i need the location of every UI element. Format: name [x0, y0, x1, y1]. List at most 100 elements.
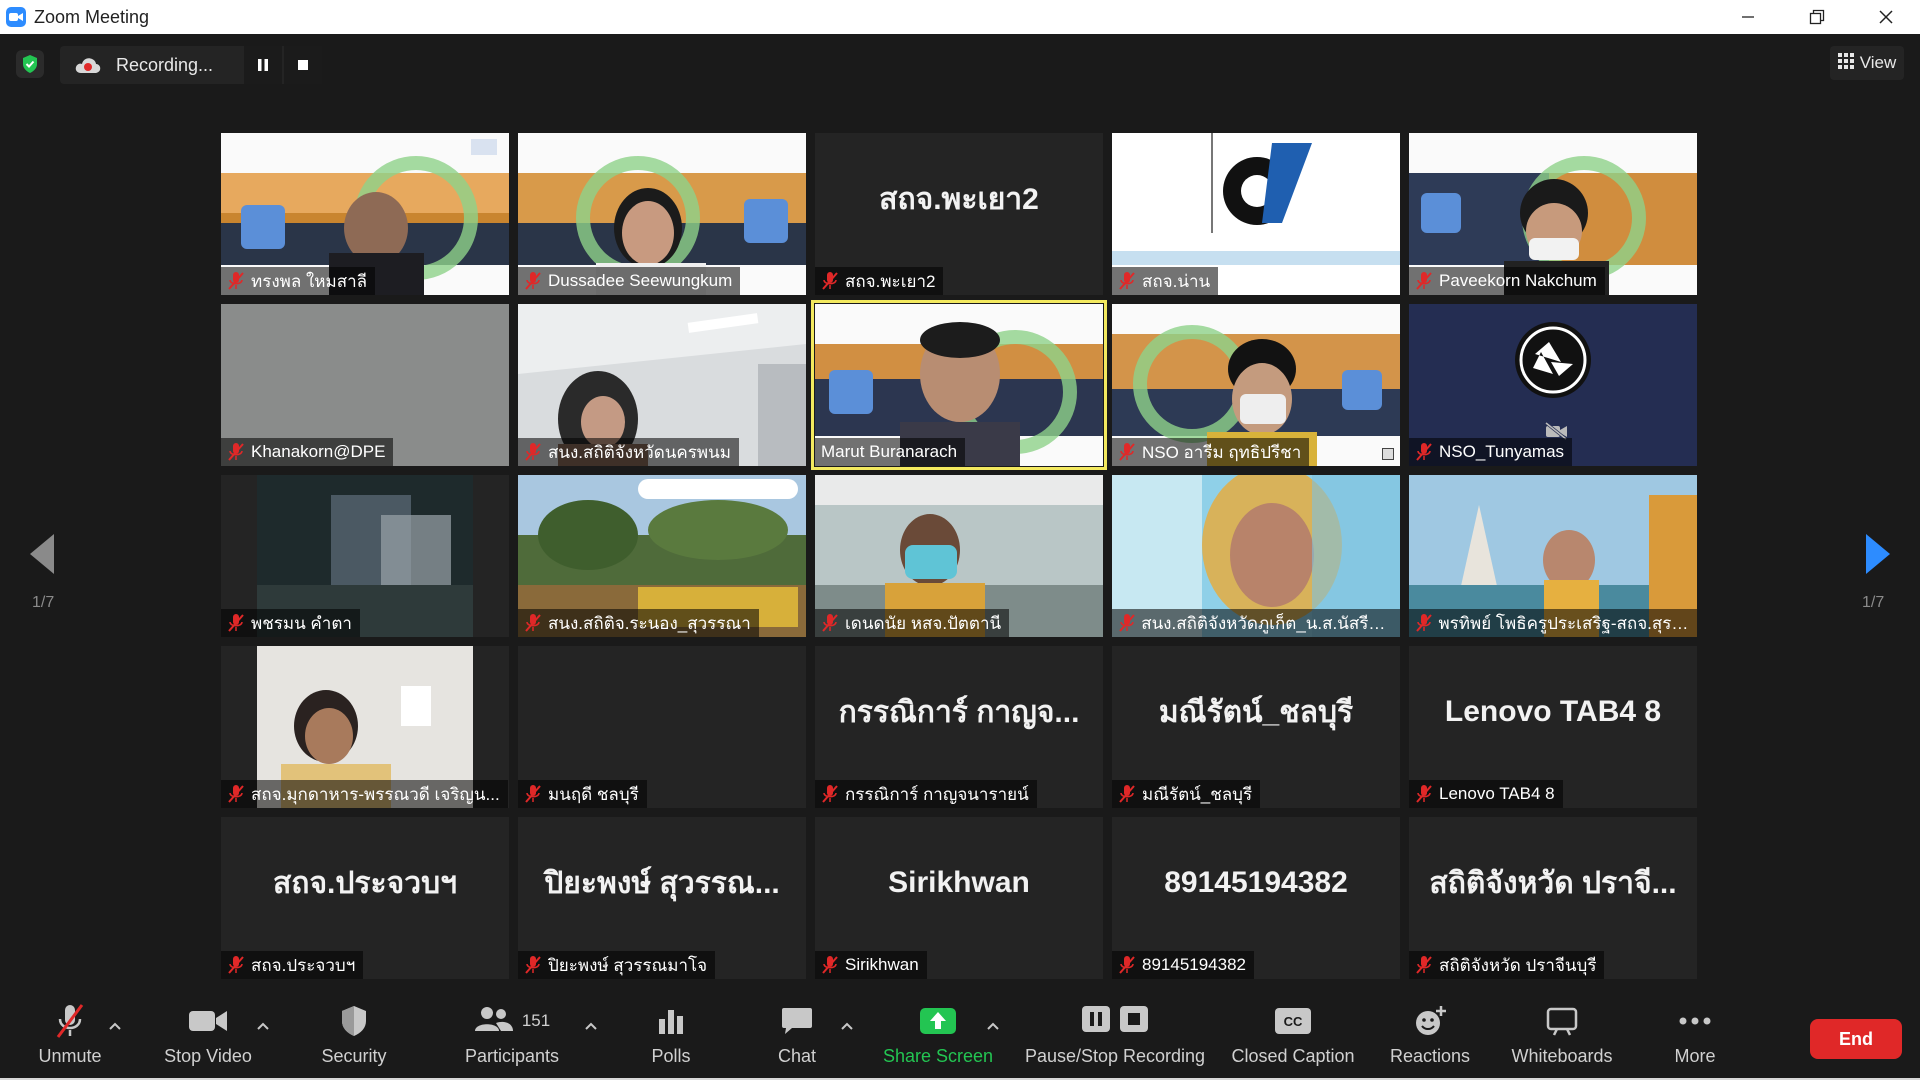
video-tile[interactable]: สถิติจังหวัด ปราจี... สถิติจังหวัด ปราจี…	[1409, 817, 1697, 979]
audio-options-caret-icon[interactable]	[108, 1018, 122, 1036]
encryption-shield-icon[interactable]	[16, 50, 44, 78]
end-meeting-button[interactable]: End	[1810, 1019, 1902, 1059]
participant-name-bar: สถจ.ประจวบฯ	[221, 951, 364, 979]
video-tile[interactable]: มนฤดี ชลบุรี	[518, 646, 806, 808]
muted-mic-icon	[225, 782, 247, 806]
muted-mic-icon	[225, 440, 247, 464]
share-options-caret-icon[interactable]	[986, 1018, 1000, 1036]
whiteboards-button[interactable]: Whiteboards	[1502, 1002, 1622, 1072]
next-page-arrow-icon[interactable]	[1864, 532, 1892, 581]
video-tile[interactable]: พรทิพย์ โพธิครูประเสริฐ-สถจ.สุรา...	[1409, 475, 1697, 637]
participant-name: Khanakorn@DPE	[251, 442, 386, 461]
recording-label: Recording...	[116, 55, 214, 75]
minimize-button[interactable]	[1713, 0, 1782, 34]
more-button[interactable]: More	[1660, 1002, 1730, 1072]
participant-name: มณีรัตน์_ชลบุรี	[1142, 784, 1253, 804]
participant-name: NSO_Tunyamas	[1439, 442, 1565, 461]
participant-name: สนง.สถิติจังหวัดนครพนม	[548, 442, 731, 462]
video-tile[interactable]: สถจ.น่าน	[1112, 133, 1400, 295]
closed-caption-badge: CC	[1284, 1014, 1303, 1029]
stop-recording-button[interactable]	[284, 46, 322, 84]
muted-mic-icon	[1413, 782, 1435, 806]
video-tile[interactable]: ปิยะพงษ์ สุวรรณ... ปิยะพงษ์ สุวรรณมาโจ	[518, 817, 806, 979]
participant-name: สถจ.ประจวบฯ	[251, 955, 356, 975]
muted-mic-icon	[1413, 440, 1435, 464]
participant-name: เดนดนัย หสจ.ปัตตานี	[845, 613, 1002, 633]
muted-mic-icon	[1116, 782, 1138, 806]
participant-name-bar: พชรมน คำตา	[221, 609, 360, 637]
muted-mic-icon	[225, 611, 247, 635]
chat-button[interactable]: Chat	[762, 1002, 832, 1072]
participants-options-caret-icon[interactable]	[584, 1018, 598, 1036]
polls-button[interactable]: Polls	[636, 1002, 706, 1072]
participant-name-bar: สถจ.พะเยา2	[815, 267, 944, 295]
video-tile[interactable]: พชรมน คำตา	[221, 475, 509, 637]
participants-button[interactable]: 151 Participants	[456, 1002, 568, 1072]
restore-button[interactable]	[1782, 0, 1851, 34]
participant-name-bar: Sirikhwan	[815, 951, 927, 979]
stop-video-button[interactable]: Stop Video	[158, 1002, 258, 1072]
video-tile[interactable]: Lenovo TAB4 8 Lenovo TAB4 8	[1409, 646, 1697, 808]
participant-name: Dussadee Seewungkum	[548, 271, 733, 290]
participant-name: สถจ.พะเยา2	[845, 271, 936, 291]
pause-recording-button[interactable]	[244, 46, 282, 84]
muted-mic-icon	[1413, 269, 1435, 293]
recording-indicator: Recording...	[60, 46, 322, 84]
participant-name-bar: สนง.สถิติจ.ระนอง_สุวรรณา	[518, 609, 759, 637]
participant-name: พชรมน คำตา	[251, 613, 352, 633]
participant-name: Marut Buranarach	[821, 442, 958, 461]
video-tile[interactable]: สถจ.ประจวบฯ สถจ.ประจวบฯ	[221, 817, 509, 979]
participant-display-name: มณีรัตน์_ชลบุรี	[1158, 695, 1354, 729]
participant-name-bar: พรทิพย์ โพธิครูประเสริฐ-สถจ.สุรา...	[1409, 609, 1697, 637]
video-tile[interactable]: สนง.สถิติจ.ระนอง_สุวรรณา	[518, 475, 806, 637]
video-tile[interactable]: NSO_Tunyamas	[1409, 304, 1697, 466]
security-shield-icon	[339, 1002, 369, 1040]
participants-count: 151	[521, 1011, 551, 1030]
share-screen-button[interactable]: Share Screen	[880, 1002, 996, 1072]
previous-page-arrow-icon[interactable]	[28, 532, 56, 581]
participant-name-bar: ปิยะพงษ์ สุวรรณมาโจ	[518, 951, 716, 979]
participant-name-bar: Dussadee Seewungkum	[518, 267, 741, 295]
participant-name-bar: NSO อารีม ฤทธิปรีชา	[1112, 438, 1310, 466]
video-camera-icon	[188, 1002, 228, 1040]
muted-mic-icon	[522, 440, 544, 464]
chat-options-caret-icon[interactable]	[840, 1018, 854, 1036]
participant-name-bar: สนง.สถิติจังหวัดนครพนม	[518, 438, 739, 466]
active-speaker-video-tile[interactable]: Marut Buranarach	[811, 300, 1107, 470]
video-tile[interactable]: Sirikhwan Sirikhwan	[815, 817, 1103, 979]
video-tile[interactable]: สนง.สถิติจังหวัดนครพนม	[518, 304, 806, 466]
reactions-label: Reactions	[1389, 1046, 1471, 1066]
polls-bar-chart-icon	[656, 1002, 686, 1040]
video-tile[interactable]: สถจ.พะเยา2 สถจ.พะเยา2	[815, 133, 1103, 295]
participant-display-name: สถิติจังหวัด ปราจี...	[1429, 866, 1677, 900]
participant-name-bar: NSO_Tunyamas	[1409, 438, 1573, 466]
video-tile[interactable]: 89145194382 89145194382	[1112, 817, 1400, 979]
video-tile[interactable]: NSO อารีม ฤทธิปรีชา	[1112, 304, 1400, 466]
video-tile[interactable]: Khanakorn@DPE	[221, 304, 509, 466]
page-indicator-right: 1/7	[1862, 594, 1885, 611]
participant-name: Sirikhwan	[845, 955, 919, 974]
closed-caption-button[interactable]: CC Closed Caption	[1228, 1002, 1358, 1072]
unmute-button[interactable]: Unmute	[34, 1002, 106, 1072]
video-tile[interactable]: สถจ.มุกดาหาร-พรรณวดี เจริญน...	[221, 646, 509, 808]
participant-display-name: กรรณิการ์ กาญจ...	[838, 695, 1080, 729]
pause-stop-recording-button[interactable]: Pause/Stop Recording	[1020, 1002, 1210, 1072]
video-tile[interactable]: กรรณิการ์ กาญจ... กรรณิการ์ กาญจนารายน์	[815, 646, 1103, 808]
reactions-button[interactable]: Reactions	[1382, 1002, 1478, 1072]
video-tile[interactable]: Dussadee Seewungkum	[518, 133, 806, 295]
close-button[interactable]	[1851, 0, 1920, 34]
video-options-caret-icon[interactable]	[256, 1018, 270, 1036]
muted-mic-icon	[819, 953, 841, 977]
video-tile[interactable]: เดนดนัย หสจ.ปัตตานี	[815, 475, 1103, 637]
muted-mic-icon	[225, 953, 247, 977]
video-tile[interactable]: มณีรัตน์_ชลบุรี มณีรัตน์_ชลบุรี	[1112, 646, 1400, 808]
video-tile[interactable]: สนง.สถิติจังหวัดภูเก็ต_น.ส.นัสรียะ...	[1112, 475, 1400, 637]
video-tile[interactable]: Paveekorn Nakchum	[1409, 133, 1697, 295]
muted-mic-icon	[522, 611, 544, 635]
view-button[interactable]: View	[1830, 46, 1904, 80]
page-indicator-left: 1/7	[32, 594, 55, 611]
security-button[interactable]: Security	[314, 1002, 394, 1072]
video-tile[interactable]: ทรงพล ใหมสาลี	[221, 133, 509, 295]
participants-icon	[474, 1005, 514, 1038]
cloud-recording-icon	[74, 55, 102, 80]
